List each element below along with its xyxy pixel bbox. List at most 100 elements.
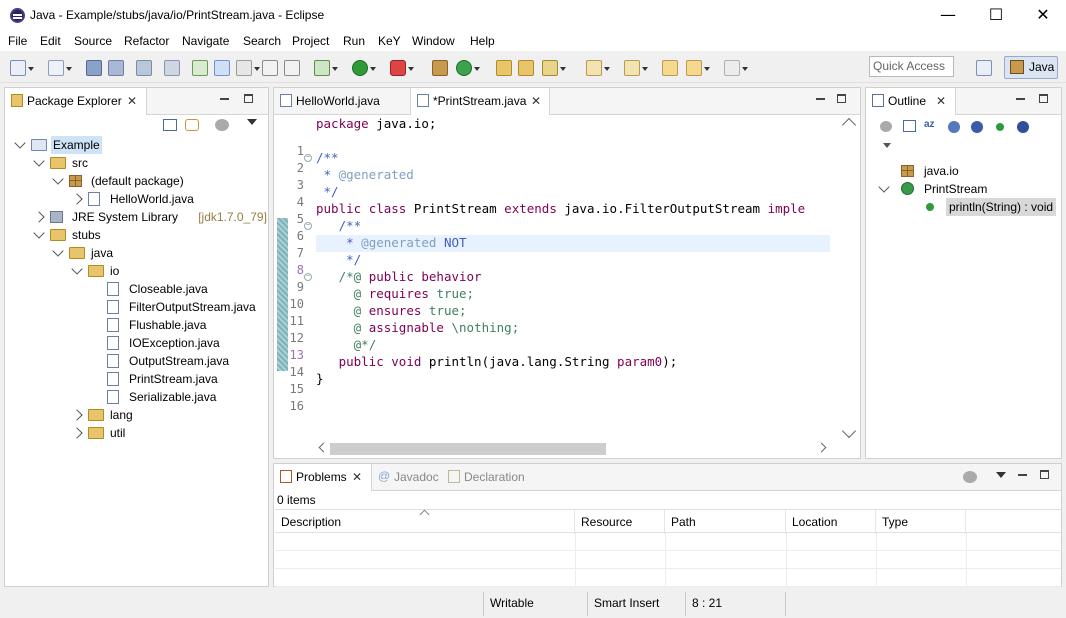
new-package-icon[interactable] [432,60,448,76]
search-icon[interactable] [542,60,566,76]
back-icon[interactable] [686,60,710,76]
focus-icon[interactable] [963,471,977,483]
menu-refactor[interactable]: Refactor [124,34,169,48]
tree-item[interactable]: src [5,154,265,172]
fold-toggle-icon[interactable]: − [304,273,312,281]
tree-item[interactable]: FilterOutputStream.java [5,298,265,316]
tab-declaration[interactable]: Declaration [442,464,542,491]
tab-package-explorer[interactable]: Package Explorer ✕ [5,88,147,115]
collapse-arrow-icon[interactable] [71,263,83,275]
tree-item[interactable]: lang [5,406,265,424]
menu-window[interactable]: Window [412,34,455,48]
fold-toggle-icon[interactable]: − [304,154,312,162]
expand-arrow-icon[interactable] [71,193,83,205]
collapse-arrow-icon[interactable] [33,155,45,167]
tree-item[interactable]: IOException.java [5,334,265,352]
open-type-icon[interactable] [496,60,512,76]
run-icon[interactable] [352,60,376,76]
expand-arrow-icon[interactable] [71,409,83,421]
collapse-all-icon[interactable] [903,120,916,132]
forward-icon[interactable] [724,60,748,76]
minimize-button[interactable]: — [925,0,971,31]
new-project-icon[interactable] [48,60,72,76]
new-icon[interactable] [10,60,34,76]
close-tab-icon[interactable]: ✕ [531,94,541,108]
minimize-view-icon[interactable] [1018,474,1027,476]
scroll-right-icon[interactable] [816,442,827,453]
hide-local-types-icon[interactable] [1017,121,1029,133]
tab-problems[interactable]: Problems ✕ [274,464,372,491]
save-all-icon[interactable] [108,60,124,76]
collapse-arrow-icon[interactable] [52,245,64,257]
debug-proof-icon[interactable] [192,60,208,76]
tree-item[interactable]: io [5,262,265,280]
open-perspective-icon[interactable] [976,60,992,76]
tree-item[interactable]: Flushable.java [5,316,265,334]
skip-breakpoints-icon[interactable] [164,60,180,76]
view-menu-icon[interactable] [996,472,1006,483]
focus-icon[interactable] [880,121,892,132]
menu-edit[interactable]: Edit [40,34,61,48]
tab-outline[interactable]: Outline ✕ [866,88,956,115]
fold-toggle-icon[interactable]: − [304,222,312,230]
link-with-editor-icon[interactable] [185,119,199,131]
column-type[interactable]: Type [876,510,966,534]
sort-icon[interactable]: az [924,119,935,130]
annotation-icon[interactable] [236,60,260,76]
tree-item[interactable]: JRE System Library [jdk1.7.0_79] [5,208,267,226]
hide-fields-icon[interactable] [948,121,960,133]
collapse-arrow-icon[interactable] [52,173,64,185]
tree-item[interactable]: OutputStream.java [5,352,265,370]
tree-item[interactable]: Closeable.java [5,280,265,298]
tree-item[interactable]: (default package) [5,172,265,190]
maximize-button[interactable]: ☐ [973,0,1019,31]
collapse-all-icon[interactable] [163,119,177,131]
view-menu-icon[interactable] [247,119,257,130]
tab-javadoc[interactable]: @ Javadoc [372,464,442,491]
outline-item[interactable]: java.io [866,162,1061,180]
show-whitespace-icon[interactable] [284,60,300,76]
tab-helloworld[interactable]: HelloWorld.java [274,88,410,115]
save-icon[interactable] [86,60,102,76]
quick-access-input[interactable]: Quick Access [869,56,954,77]
collapse-arrow-icon[interactable] [14,137,26,149]
expand-arrow-icon[interactable] [33,211,45,223]
tree-item[interactable]: HelloWorld.java [5,190,265,208]
column-resource[interactable]: Resource [575,510,665,534]
new-class-icon[interactable] [456,60,480,76]
java-perspective-button[interactable]: Java [1004,56,1058,79]
close-tab-icon[interactable]: ✕ [352,470,362,484]
expand-arrow-icon[interactable] [71,427,83,439]
menu-key[interactable]: KeY [378,34,401,48]
menu-help[interactable]: Help [470,34,495,48]
focus-task-icon[interactable] [215,119,229,131]
next-annotation-icon[interactable] [586,60,610,76]
column-path[interactable]: Path [665,510,786,534]
maximize-editor-icon[interactable] [837,94,846,103]
key-icon[interactable] [136,60,152,76]
tree-item[interactable]: stubs [5,226,265,244]
scroll-left-icon[interactable] [318,442,329,453]
minimize-view-icon[interactable] [1016,98,1025,100]
close-button[interactable]: ✕ [1020,0,1066,31]
menu-run[interactable]: Run [343,34,365,48]
collapse-arrow-icon[interactable] [33,227,45,239]
view-menu-icon[interactable] [883,143,891,152]
close-tab-icon[interactable]: ✕ [936,94,946,108]
maximize-view-icon[interactable] [244,94,253,103]
tree-item[interactable]: util [5,424,265,442]
tree-item[interactable]: Serializable.java [5,388,265,406]
close-tab-icon[interactable]: ✕ [127,94,137,108]
menu-project[interactable]: Project [292,34,329,48]
maximize-view-icon[interactable] [1039,94,1048,103]
debug-icon[interactable] [314,60,338,76]
column-location[interactable]: Location [786,510,876,534]
horizontal-scroll-thumb[interactable] [330,443,606,455]
mark-occurrences-icon[interactable] [214,60,230,76]
minimize-editor-icon[interactable] [816,98,825,100]
tab-printstream[interactable]: *PrintStream.java ✕ [410,88,550,115]
tree-item[interactable]: java [5,244,265,262]
menu-search[interactable]: Search [243,34,281,48]
open-folder-icon[interactable] [518,60,534,76]
scroll-down-icon[interactable] [841,423,857,439]
